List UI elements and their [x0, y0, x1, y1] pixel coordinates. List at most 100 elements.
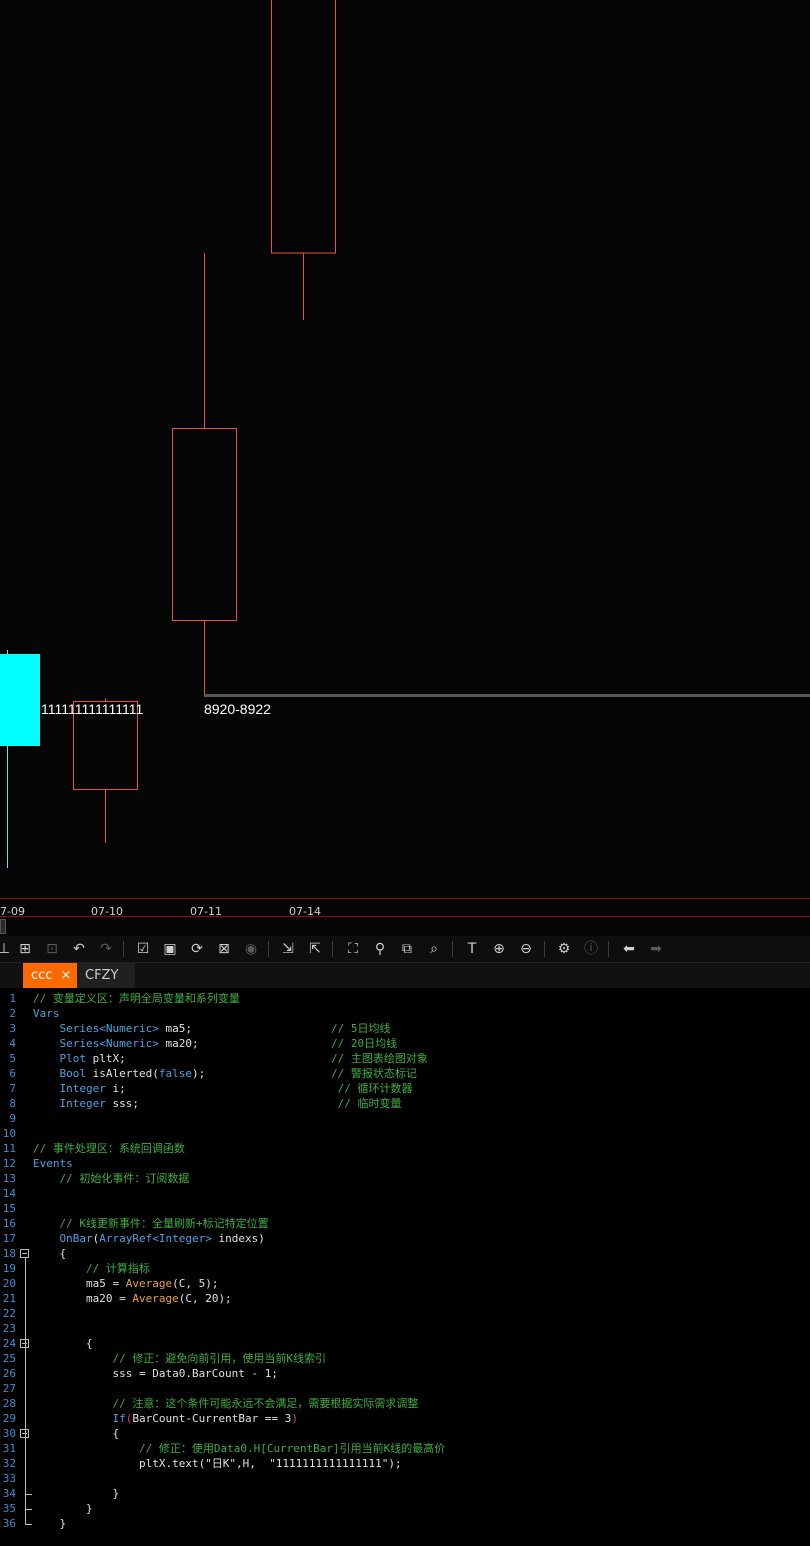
search-icon[interactable]: ⚲: [370, 939, 390, 959]
settings-icon[interactable]: ⚙: [554, 939, 574, 959]
export-icon[interactable]: ⇱: [305, 939, 325, 959]
code-line[interactable]: 2 Vars: [0, 1006, 810, 1021]
template-icon[interactable]: ⊡: [42, 939, 62, 959]
code-token: Integer: [59, 1097, 106, 1110]
redo-icon[interactable]: ↷: [96, 939, 116, 959]
chart-scrollbar[interactable]: [0, 916, 810, 934]
compile-icon[interactable]: ⊠: [214, 939, 234, 959]
code-line[interactable]: 19 // 计算指标: [0, 1261, 810, 1276]
check-icon[interactable]: ☑: [133, 939, 153, 959]
undo-icon[interactable]: ↶: [69, 939, 89, 959]
forward-arrow-icon[interactable]: ➡: [646, 939, 666, 959]
code-line[interactable]: 1 // 变量定义区：声明全局变量和系列变量: [0, 991, 810, 1006]
add-icon[interactable]: ⊥: [0, 939, 14, 959]
refresh-icon[interactable]: ⟳: [187, 939, 207, 959]
code-line[interactable]: 8 Integer sss; // 临时变量: [0, 1096, 810, 1111]
code-line[interactable]: 26 sss = Data0.BarCount - 1;: [0, 1366, 810, 1381]
code-token: indexs): [211, 1232, 265, 1245]
code-line[interactable]: 29 If(BarCount-CurrentBar == 3): [0, 1411, 810, 1426]
code-line[interactable]: 25 // 修正：避免向前引用，使用当前K线索引: [0, 1351, 810, 1366]
code-line[interactable]: 28 // 注意：这个条件可能永远不会满足，需要根据实际需求调整: [0, 1396, 810, 1411]
code-line[interactable]: 13 // 初始化事件：订阅数据: [0, 1171, 810, 1186]
import-icon[interactable]: ⇲: [278, 939, 298, 959]
code-editor[interactable]: 1// 变量定义区：声明全局变量和系列变量 2 Vars 3 Series<Numer…: [0, 988, 810, 1546]
line-number: 31: [2, 1442, 16, 1455]
line-number: 19: [2, 1262, 16, 1275]
code-line[interactable]: 30 {: [0, 1426, 810, 1441]
code-text: Series<Numeric> ma20; // 20日均线: [33, 1036, 398, 1051]
code-line[interactable]: 17 OnBar(ArrayRef<Integer> indexs): [0, 1231, 810, 1246]
marker-bar[interactable]: [0, 650, 40, 868]
code-text: // 修正：避免向前引用，使用当前K线索引: [33, 1351, 326, 1366]
tab-ccc[interactable]: ccc ×: [23, 963, 77, 988]
code-text: {: [33, 1336, 93, 1351]
line-number: 4: [9, 1037, 16, 1050]
code-token: If: [112, 1412, 126, 1425]
code-line[interactable]: 27: [0, 1381, 810, 1396]
code-line[interactable]: 4 Series<Numeric> ma20; // 20日均线: [0, 1036, 810, 1051]
code-line[interactable]: 21 ma20 = Average(C, 20);: [0, 1291, 810, 1306]
price-range-label: 8920-8922: [204, 701, 271, 717]
code-line[interactable]: 36 }: [0, 1516, 810, 1531]
code-line[interactable]: 14: [0, 1186, 810, 1201]
line-number: 18: [2, 1247, 16, 1260]
code-line[interactable]: 33: [0, 1471, 810, 1486]
code-line[interactable]: 6 Bool isAlerted(false); // 警报状态标记: [0, 1066, 810, 1081]
zoom-in-icon[interactable]: ⊕: [489, 939, 509, 959]
candle-3[interactable]: [73, 698, 138, 843]
scrollbar-thumb[interactable]: [0, 919, 6, 934]
code-line[interactable]: 23: [0, 1321, 810, 1336]
code-line[interactable]: 18 {: [0, 1246, 810, 1261]
code-line[interactable]: 35 }: [0, 1501, 810, 1516]
code-line[interactable]: 3 Series<Numeric> ma5; // 5日均线: [0, 1021, 810, 1036]
zoom-out-icon[interactable]: ⊖: [516, 939, 536, 959]
code-text: // 计算指标: [33, 1261, 150, 1276]
code-line[interactable]: 22: [0, 1306, 810, 1321]
code-line[interactable]: 32 pltX.text("日K",H, "1111111111111111")…: [0, 1456, 810, 1471]
code-text: Vars: [33, 1006, 60, 1021]
tab-cfzy[interactable]: CFZY: [77, 963, 135, 988]
code-line[interactable]: 5 Plot pltX; // 主图表绘图对象: [0, 1051, 810, 1066]
fold-toggle-icon[interactable]: [20, 1249, 29, 1258]
candle-1-body: [271, 0, 336, 254]
code-text: pltX.text("日K",H, "1111111111111111");: [33, 1456, 402, 1471]
code-token: {: [33, 1247, 67, 1260]
code-line[interactable]: 11 // 事件处理区：系统回调函数: [0, 1141, 810, 1156]
stop-icon[interactable]: ◉: [241, 939, 261, 959]
code-line[interactable]: 31 // 修正：使用Data0.H[CurrentBar]引用当前K线的最高价: [0, 1441, 810, 1456]
candlestick-plot[interactable]: [0, 0, 810, 900]
new-file-icon[interactable]: ⊞: [15, 939, 35, 959]
candle-2[interactable]: [172, 253, 237, 695]
back-arrow-icon[interactable]: ⬅: [619, 939, 639, 959]
code-token: // 5日均线: [331, 1022, 391, 1035]
line-number: 33: [2, 1472, 16, 1485]
code-token: // 注意：这个条件可能永远不会满足，需要根据实际需求调整: [112, 1397, 419, 1410]
code-token: BarCount-CurrentBar == 3: [132, 1412, 292, 1425]
fullscreen-icon[interactable]: ⛶: [343, 939, 363, 959]
candle-1[interactable]: [271, 0, 336, 320]
code-line[interactable]: 10: [0, 1126, 810, 1141]
code-token: // 主图表绘图对象: [331, 1052, 428, 1065]
code-line[interactable]: 12 Events: [0, 1156, 810, 1171]
code-line[interactable]: 16 // K线更新事件：全量刷新+标记特定位置: [0, 1216, 810, 1231]
info-icon[interactable]: ⓘ: [581, 939, 601, 959]
code-line[interactable]: 34 }: [0, 1486, 810, 1501]
code-line[interactable]: 9: [0, 1111, 810, 1126]
price-level-line: [204, 694, 810, 697]
code-text: Integer sss; // 临时变量: [33, 1096, 402, 1111]
price-chart[interactable]: 111111111111111 8920-8922: [0, 0, 810, 900]
code-line[interactable]: 15: [0, 1201, 810, 1216]
find-replace-icon[interactable]: ⌕: [424, 939, 444, 959]
line-number: 24: [2, 1337, 16, 1350]
text-icon[interactable]: T: [462, 939, 482, 959]
close-icon[interactable]: ×: [60, 968, 71, 983]
save-icon[interactable]: ▣: [160, 939, 180, 959]
line-number: 2: [9, 1007, 16, 1020]
code-line[interactable]: 20 ma5 = Average(C, 5);: [0, 1276, 810, 1291]
code-line[interactable]: 24 {: [0, 1336, 810, 1351]
copy-icon[interactable]: ⧉: [397, 939, 417, 959]
code-line[interactable]: 7 Integer i; // 循环计数器: [0, 1081, 810, 1096]
code-token: pltX.text("日K",H, "1111111111111111");: [33, 1457, 402, 1470]
